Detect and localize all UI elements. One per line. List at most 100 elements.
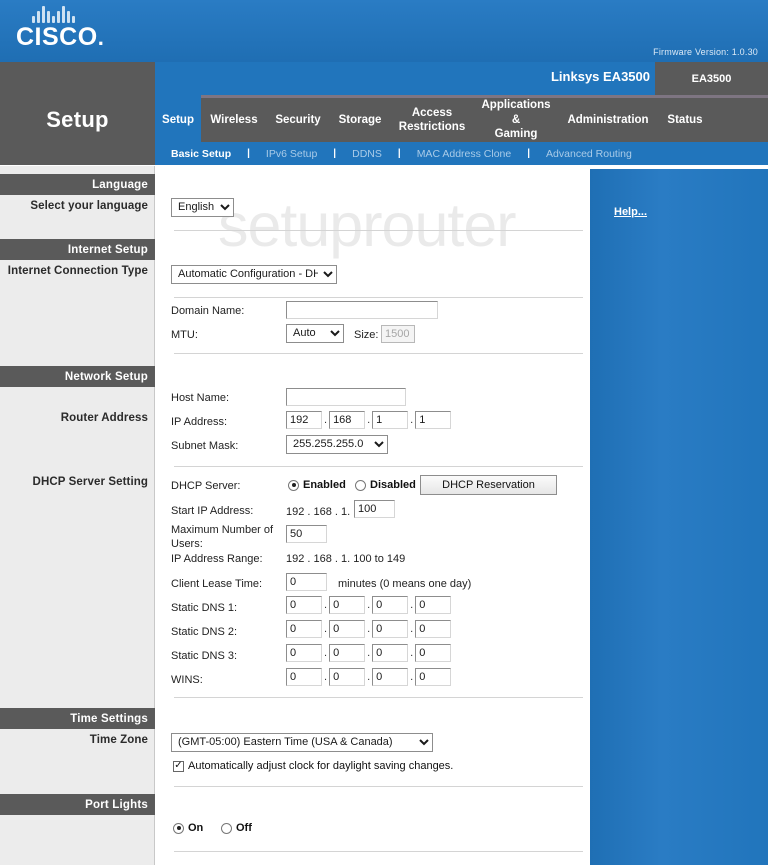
model-row: Linksys EA3500 EA3500 <box>155 62 768 95</box>
subnav-item-mac-address-clone[interactable]: MAC Address Clone <box>413 148 516 160</box>
ip-range-label: IP Address Range: <box>171 553 263 565</box>
cisco-bridge-icon <box>32 6 136 23</box>
internet-connection-type-select[interactable]: Automatic Configuration - DHCP <box>171 264 337 284</box>
mtu-select[interactable]: Auto <box>286 323 344 343</box>
subnav-separator: | <box>397 148 401 159</box>
daylight-saving-label: Automatically adjust clock for daylight … <box>188 760 454 772</box>
wins-octet-3-input[interactable] <box>372 668 409 686</box>
static-dns-3-octet-3-input[interactable] <box>372 644 409 662</box>
cisco-logo: CISCO. <box>16 6 136 56</box>
main-tab-bar: Setup Wireless Security Storage Access Restr… <box>155 95 768 142</box>
mtu-size-input[interactable] <box>381 325 415 343</box>
domain-name-label: Domain Name: <box>171 305 245 317</box>
section-label-dhcp-server: DHCP Server Setting <box>32 476 148 488</box>
static-dns-2-octet-2-input[interactable] <box>329 620 366 638</box>
static-dns-2-octet-group: ... <box>286 620 452 638</box>
section-label-time-zone: Time Zone <box>89 734 148 746</box>
tab-wireless[interactable]: Wireless <box>201 98 267 142</box>
dhcp-disabled-label: Disabled <box>370 479 416 491</box>
tab-status[interactable]: Status <box>657 98 713 142</box>
settings-form: setuprouter English Automatic Configurat… <box>156 166 588 865</box>
static-dns-1-octet-1-input[interactable] <box>286 596 322 614</box>
octet-separator: . <box>367 647 371 659</box>
section-header-port-lights: Port Lights <box>0 794 155 815</box>
radio-icon-port-on <box>173 822 184 834</box>
port-lights-off-radio[interactable]: Off <box>221 822 252 834</box>
octet-separator: . <box>367 414 371 426</box>
sub-nav-bar: Basic Setup | IPv6 Setup | DDNS | MAC Address … <box>155 142 768 165</box>
nav-right-region: Linksys EA3500 EA3500 Setup Wireless Secur… <box>155 62 768 165</box>
subnav-item-ddns[interactable]: DDNS <box>348 148 386 160</box>
host-name-input[interactable] <box>286 388 406 406</box>
dhcp-enabled-radio[interactable]: Enabled <box>288 479 346 491</box>
language-select[interactable]: English <box>171 197 234 217</box>
tab-setup[interactable]: Setup <box>155 95 201 142</box>
port-lights-on-radio[interactable]: On <box>173 822 203 834</box>
static-dns-2-label: Static DNS 2: <box>171 626 238 638</box>
octet-separator: . <box>324 414 328 426</box>
dhcp-disabled-radio[interactable]: Disabled <box>355 479 416 491</box>
watermark-text: setuprouter <box>218 191 517 259</box>
ip-address-octet-group: ... <box>286 411 452 429</box>
client-lease-time-input[interactable] <box>286 573 327 591</box>
divider-time-settings <box>174 786 583 787</box>
mtu-size-label: Size: <box>354 329 379 341</box>
static-dns-2-octet-3-input[interactable] <box>372 620 409 638</box>
static-dns-3-label: Static DNS 3: <box>171 650 238 662</box>
wins-octet-1-input[interactable] <box>286 668 322 686</box>
mtu-label: MTU: <box>171 329 198 341</box>
section-label-router-address: Router Address <box>60 412 148 424</box>
ip-address-octet-3-input[interactable] <box>372 411 409 429</box>
divider-port-lights <box>174 851 583 852</box>
static-dns-1-octet-2-input[interactable] <box>329 596 366 614</box>
static-dns-2-octet-4-input[interactable] <box>415 620 452 638</box>
start-ip-last-octet-input[interactable] <box>354 500 395 518</box>
wins-label: WINS: <box>171 674 203 686</box>
wins-octet-group: ... <box>286 668 452 686</box>
max-users-input[interactable] <box>286 525 327 543</box>
static-dns-2-octet-1-input[interactable] <box>286 620 322 638</box>
daylight-saving-checkbox-row[interactable]: ✓ Automatically adjust clock for dayligh… <box>173 760 453 772</box>
ip-address-label: IP Address: <box>171 416 228 428</box>
octet-separator: . <box>324 623 328 635</box>
max-users-label: Maximum Number of Users: <box>171 524 274 550</box>
static-dns-3-octet-2-input[interactable] <box>329 644 366 662</box>
tab-security[interactable]: Security <box>267 98 329 142</box>
subnav-separator: | <box>247 148 250 159</box>
tab-access-restrictions[interactable]: Access Restrictions <box>391 98 473 142</box>
octet-separator: . <box>410 647 414 659</box>
page-title: Setup <box>0 62 155 165</box>
firmware-version-label: Firmware Version: 1.0.30 <box>653 47 758 57</box>
start-ip-prefix: 192 . 168 . 1. <box>286 506 351 518</box>
subnav-item-advanced-routing[interactable]: Advanced Routing <box>542 148 636 160</box>
octet-separator: . <box>367 671 371 683</box>
tab-applications-gaming[interactable]: Applications & Gaming <box>473 98 559 142</box>
dhcp-enabled-label: Enabled <box>303 479 346 491</box>
help-link[interactable]: Help... <box>614 206 647 218</box>
router-admin-page: CISCO. Firmware Version: 1.0.30 Setup Li… <box>0 0 768 865</box>
dhcp-reservation-button[interactable]: DHCP Reservation <box>420 475 557 495</box>
static-dns-1-octet-3-input[interactable] <box>372 596 409 614</box>
model-tab[interactable]: EA3500 <box>655 62 768 95</box>
static-dns-3-octet-4-input[interactable] <box>415 644 452 662</box>
subnav-item-ipv6-setup[interactable]: IPv6 Setup <box>262 148 321 160</box>
subnet-mask-select[interactable]: 255.255.255.0 <box>286 434 388 454</box>
ip-address-octet-1-input[interactable] <box>286 411 322 429</box>
static-dns-1-octet-4-input[interactable] <box>415 596 452 614</box>
section-header-network-setup: Network Setup <box>0 366 155 387</box>
time-zone-select[interactable]: (GMT-05:00) Eastern Time (USA & Canada) <box>171 732 433 752</box>
tab-storage[interactable]: Storage <box>329 98 391 142</box>
octet-separator: . <box>410 671 414 683</box>
tab-administration[interactable]: Administration <box>559 98 657 142</box>
static-dns-3-octet-1-input[interactable] <box>286 644 322 662</box>
dhcp-server-label: DHCP Server: <box>171 480 241 492</box>
wins-octet-4-input[interactable] <box>415 668 452 686</box>
domain-name-input[interactable] <box>286 301 438 319</box>
subnav-item-basic-setup[interactable]: Basic Setup <box>167 148 235 160</box>
octet-separator: . <box>367 623 371 635</box>
subnet-mask-label: Subnet Mask: <box>171 440 239 452</box>
wins-octet-2-input[interactable] <box>329 668 366 686</box>
ip-address-octet-2-input[interactable] <box>329 411 366 429</box>
ip-address-octet-4-input[interactable] <box>415 411 452 429</box>
cisco-wordmark: CISCO. <box>16 25 136 50</box>
